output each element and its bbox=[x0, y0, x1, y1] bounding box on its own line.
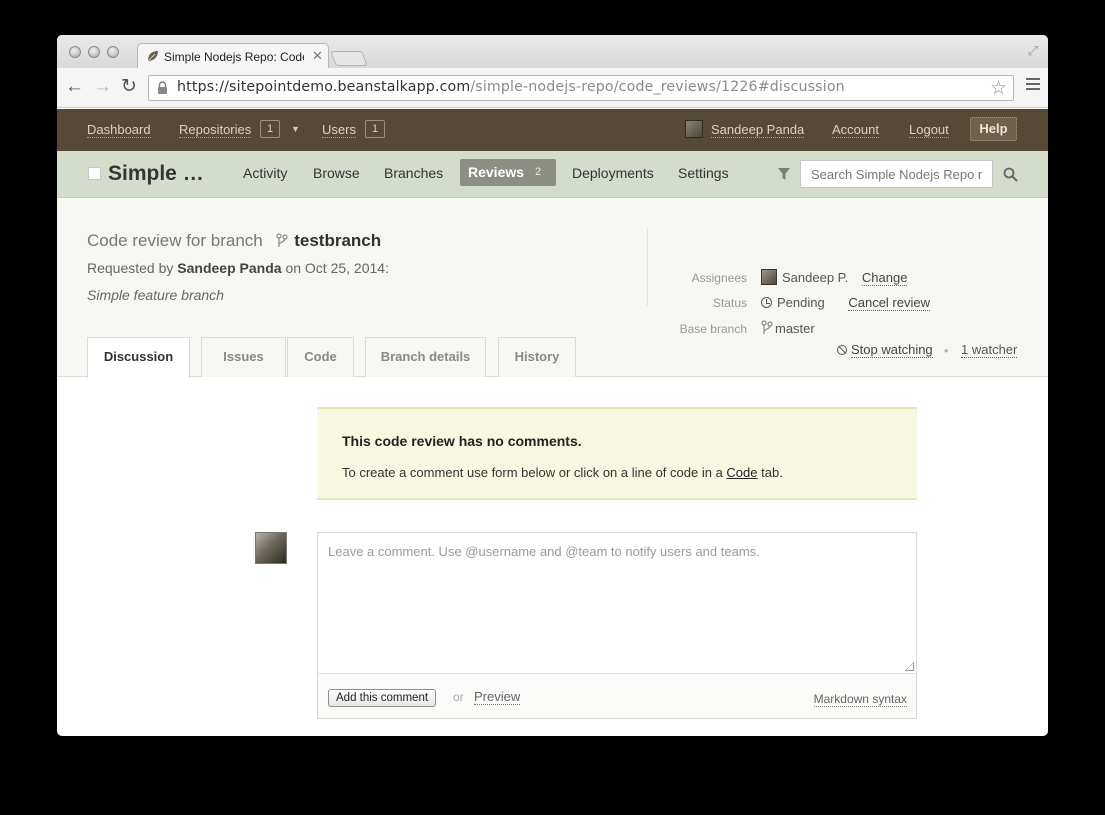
nav-dashboard[interactable]: Dashboard bbox=[87, 122, 151, 138]
requested-date: on Oct 25, 2014: bbox=[285, 260, 389, 276]
users-count-badge: 1 bbox=[365, 120, 385, 138]
browser-toolbar: ← → ↻ https://sitepointdemo.beanstalkapp… bbox=[57, 68, 1048, 108]
top-navigation: Dashboard Repositories 1 ▼ Users 1 Sande… bbox=[57, 109, 1048, 151]
nav-user-name[interactable]: Sandeep Panda bbox=[711, 122, 805, 138]
tab-branches[interactable]: Branches bbox=[384, 165, 443, 181]
assignee-avatar bbox=[761, 269, 777, 285]
review-header: Code review for branch testbranch Reques… bbox=[57, 198, 1048, 378]
browser-tab-title: Simple Nodejs Repo: Code bbox=[164, 50, 304, 64]
nav-account[interactable]: Account bbox=[832, 122, 879, 138]
divider bbox=[647, 228, 648, 306]
no-comments-notice: This code review has no comments. To cre… bbox=[317, 407, 917, 500]
notice-text-before: To create a comment use form below or cl… bbox=[342, 465, 723, 480]
tab-reviews[interactable]: Reviews 2 bbox=[460, 159, 556, 186]
browser-menu-icon[interactable] bbox=[1026, 78, 1040, 92]
preview-link[interactable]: Preview bbox=[474, 689, 521, 705]
new-tab-button[interactable] bbox=[330, 51, 368, 66]
browser-tab[interactable]: Simple Nodejs Repo: Code ✕ bbox=[137, 43, 329, 69]
tab-discussion[interactable]: Discussion bbox=[87, 337, 190, 378]
commenter-avatar bbox=[255, 532, 287, 564]
tab-code[interactable]: Code bbox=[287, 337, 354, 377]
repo-name[interactable]: Simple … bbox=[108, 162, 204, 186]
filter-icon[interactable] bbox=[778, 168, 790, 180]
tab-browse[interactable]: Browse bbox=[313, 165, 360, 181]
comment-textarea[interactable] bbox=[318, 533, 916, 674]
assignees-label: Assignees bbox=[691, 271, 747, 285]
watchers-link[interactable]: 1 watcher bbox=[961, 342, 1018, 358]
notice-text: To create a comment use form below or cl… bbox=[342, 465, 783, 480]
user-avatar[interactable] bbox=[685, 120, 703, 138]
chevron-down-icon[interactable]: ▼ bbox=[291, 124, 300, 134]
search-icon[interactable] bbox=[1003, 167, 1018, 182]
beanstalk-leaf-icon bbox=[147, 51, 158, 62]
nav-logout[interactable]: Logout bbox=[909, 122, 949, 138]
status-value: Pending Cancel review bbox=[761, 295, 930, 311]
repo-color-swatch bbox=[88, 167, 101, 180]
close-tab-icon[interactable]: ✕ bbox=[312, 48, 323, 64]
notice-title: This code review has no comments. bbox=[342, 433, 582, 449]
review-description: Simple feature branch bbox=[87, 287, 224, 303]
clock-icon bbox=[761, 297, 772, 308]
requester-name: Sandeep Panda bbox=[177, 260, 282, 276]
separator-dot: • bbox=[944, 344, 949, 358]
status-text: Pending bbox=[777, 295, 825, 310]
review-title: Code review for branch testbranch bbox=[87, 231, 381, 251]
forward-arrow-icon[interactable]: → bbox=[93, 77, 112, 97]
fullscreen-icon[interactable]: ⤢ bbox=[1028, 43, 1038, 59]
zoom-window-button[interactable] bbox=[107, 46, 119, 58]
reload-icon[interactable]: ↻ bbox=[121, 77, 137, 97]
tab-branch-details[interactable]: Branch details bbox=[365, 337, 486, 377]
review-requested-by: Requested by Sandeep Panda on Oct 25, 20… bbox=[87, 260, 389, 276]
repositories-count-badge: 1 bbox=[260, 120, 280, 138]
address-bar[interactable]: https://sitepointdemo.beanstalkapp.com/s… bbox=[148, 75, 1014, 101]
browser-window: Simple Nodejs Repo: Code ✕ ⤢ ← → ↻ https… bbox=[57, 35, 1048, 736]
tab-settings[interactable]: Settings bbox=[678, 165, 729, 181]
stop-watching-link[interactable]: Stop watching bbox=[837, 342, 933, 358]
tab-history[interactable]: History bbox=[498, 337, 576, 377]
cancel-review-link[interactable]: Cancel review bbox=[848, 295, 930, 311]
code-tab-link[interactable]: Code bbox=[726, 465, 757, 480]
review-title-prefix: Code review for branch bbox=[87, 231, 263, 250]
markdown-syntax-link[interactable]: Markdown syntax bbox=[813, 692, 907, 707]
tab-activity[interactable]: Activity bbox=[243, 165, 287, 181]
or-separator: or bbox=[453, 690, 464, 704]
reviews-count: 2 bbox=[535, 166, 542, 178]
url-text: https://sitepointdemo.beanstalkapp.com/s… bbox=[177, 79, 845, 95]
comment-form: Add this comment or Preview Markdown syn… bbox=[317, 532, 917, 719]
close-window-button[interactable] bbox=[69, 46, 81, 58]
tab-reviews-label: Reviews bbox=[468, 164, 525, 180]
base-branch-value: master bbox=[761, 320, 815, 336]
back-arrow-icon[interactable]: ← bbox=[65, 77, 84, 97]
review-branch-name: testbranch bbox=[294, 231, 382, 250]
tab-deployments[interactable]: Deployments bbox=[572, 165, 654, 181]
nav-users[interactable]: Users bbox=[322, 122, 356, 138]
stop-watching-label: Stop watching bbox=[851, 342, 933, 358]
change-assignee-link[interactable]: Change bbox=[861, 270, 908, 286]
tab-issues[interactable]: Issues bbox=[201, 337, 286, 377]
assignee-name: Sandeep P. bbox=[782, 270, 849, 285]
stop-watching-icon bbox=[837, 345, 847, 355]
repository-navigation: Simple … Activity Browse Branches Review… bbox=[57, 151, 1048, 198]
search-input[interactable]: Search Simple Nodejs Repo r bbox=[800, 160, 993, 188]
status-label: Status bbox=[712, 296, 747, 310]
base-branch-name: master bbox=[775, 321, 815, 336]
resize-handle-icon[interactable] bbox=[905, 662, 914, 671]
branch-icon bbox=[761, 320, 773, 334]
browser-tab-bar: Simple Nodejs Repo: Code ✕ ⤢ bbox=[57, 35, 1048, 69]
comment-form-footer: Add this comment or Preview Markdown syn… bbox=[318, 674, 916, 718]
add-comment-button[interactable]: Add this comment bbox=[328, 689, 437, 707]
nav-repositories[interactable]: Repositories bbox=[179, 122, 252, 138]
url-path: /simple-nodejs-repo/code_reviews/1226#di… bbox=[470, 79, 845, 95]
help-button[interactable]: Help bbox=[970, 117, 1017, 141]
requested-prefix: Requested by bbox=[87, 260, 174, 276]
lock-icon bbox=[158, 81, 167, 94]
minimize-window-button[interactable] bbox=[88, 46, 100, 58]
base-branch-label: Base branch bbox=[679, 322, 747, 336]
notice-text-after: tab. bbox=[761, 465, 783, 480]
branch-icon bbox=[275, 233, 288, 247]
url-host: https://sitepointdemo.beanstalkapp.com bbox=[177, 79, 471, 95]
assignees-value: Sandeep P. Change bbox=[761, 269, 908, 286]
bookmark-star-icon[interactable]: ☆ bbox=[990, 77, 1007, 100]
